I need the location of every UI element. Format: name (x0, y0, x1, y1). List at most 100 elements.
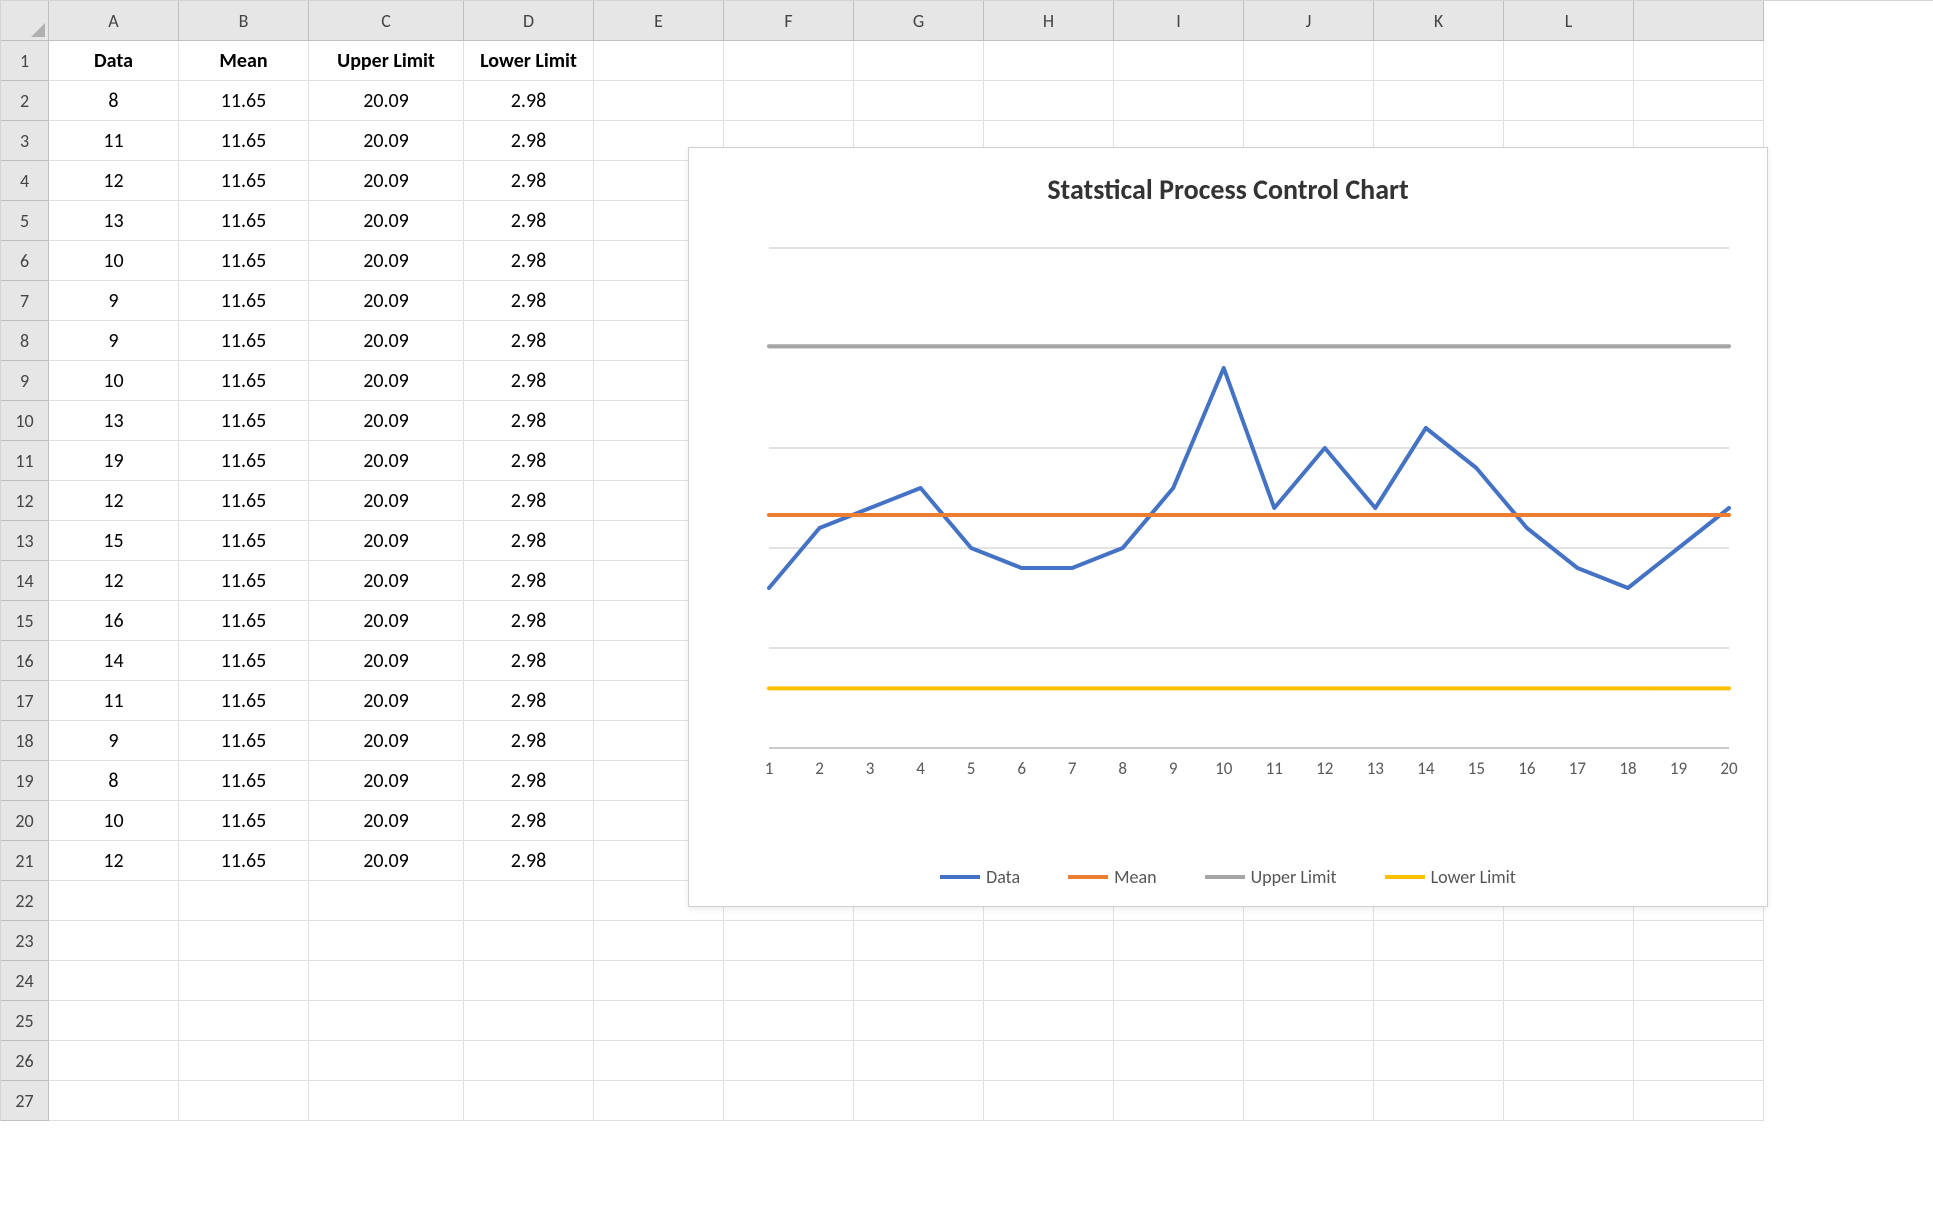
column-header-J[interactable]: J (1244, 1, 1374, 41)
cell-D16[interactable]: 2.98 (464, 641, 594, 681)
cell-I1[interactable] (1114, 41, 1244, 81)
cell-C17[interactable]: 20.09 (309, 681, 464, 721)
row-header-19[interactable]: 19 (1, 761, 49, 801)
cell-J27[interactable] (1244, 1081, 1374, 1121)
cell-B11[interactable]: 11.65 (179, 441, 309, 481)
cell-B25[interactable] (179, 1001, 309, 1041)
cell-A18[interactable]: 9 (49, 721, 179, 761)
cell-F24[interactable] (724, 961, 854, 1001)
cell-D17[interactable]: 2.98 (464, 681, 594, 721)
cell-B2[interactable]: 11.65 (179, 81, 309, 121)
cell-H23[interactable] (984, 921, 1114, 961)
cell-D5[interactable]: 2.98 (464, 201, 594, 241)
cell-B15[interactable]: 11.65 (179, 601, 309, 641)
row-header-23[interactable]: 23 (1, 921, 49, 961)
cell-H1[interactable] (984, 41, 1114, 81)
row-header-14[interactable]: 14 (1, 561, 49, 601)
cell-A4[interactable]: 12 (49, 161, 179, 201)
cell-A6[interactable]: 10 (49, 241, 179, 281)
cell-D27[interactable] (464, 1081, 594, 1121)
cell-G24[interactable] (854, 961, 984, 1001)
column-header-C[interactable]: C (309, 1, 464, 41)
cell-A3[interactable]: 11 (49, 121, 179, 161)
cell-blank[interactable] (1634, 961, 1764, 1001)
cell-I2[interactable] (1114, 81, 1244, 121)
column-header-K[interactable]: K (1374, 1, 1504, 41)
column-header-A[interactable]: A (49, 1, 179, 41)
cell-C4[interactable]: 20.09 (309, 161, 464, 201)
cell-B16[interactable]: 11.65 (179, 641, 309, 681)
cell-B1[interactable]: Mean (179, 41, 309, 81)
cell-C25[interactable] (309, 1001, 464, 1041)
cell-D11[interactable]: 2.98 (464, 441, 594, 481)
cell-K1[interactable] (1374, 41, 1504, 81)
cell-A13[interactable]: 15 (49, 521, 179, 561)
cell-K25[interactable] (1374, 1001, 1504, 1041)
cell-D13[interactable]: 2.98 (464, 521, 594, 561)
cell-C6[interactable]: 20.09 (309, 241, 464, 281)
cell-C9[interactable]: 20.09 (309, 361, 464, 401)
cell-J25[interactable] (1244, 1001, 1374, 1041)
cell-B10[interactable]: 11.65 (179, 401, 309, 441)
cell-L26[interactable] (1504, 1041, 1634, 1081)
cell-D21[interactable]: 2.98 (464, 841, 594, 881)
cell-G27[interactable] (854, 1081, 984, 1121)
cell-H25[interactable] (984, 1001, 1114, 1041)
cell-G1[interactable] (854, 41, 984, 81)
row-header-2[interactable]: 2 (1, 81, 49, 121)
cell-G26[interactable] (854, 1041, 984, 1081)
cell-E24[interactable] (594, 961, 724, 1001)
cell-C11[interactable]: 20.09 (309, 441, 464, 481)
row-header-26[interactable]: 26 (1, 1041, 49, 1081)
row-header-1[interactable]: 1 (1, 41, 49, 81)
cell-C24[interactable] (309, 961, 464, 1001)
cell-D3[interactable]: 2.98 (464, 121, 594, 161)
cell-D18[interactable]: 2.98 (464, 721, 594, 761)
cell-A27[interactable] (49, 1081, 179, 1121)
cell-I24[interactable] (1114, 961, 1244, 1001)
cell-K23[interactable] (1374, 921, 1504, 961)
cell-A14[interactable]: 12 (49, 561, 179, 601)
cell-C16[interactable]: 20.09 (309, 641, 464, 681)
cell-L25[interactable] (1504, 1001, 1634, 1041)
cell-J2[interactable] (1244, 81, 1374, 121)
cell-B14[interactable]: 11.65 (179, 561, 309, 601)
cell-A23[interactable] (49, 921, 179, 961)
cell-A19[interactable]: 8 (49, 761, 179, 801)
cell-I27[interactable] (1114, 1081, 1244, 1121)
cell-B21[interactable]: 11.65 (179, 841, 309, 881)
cell-B3[interactable]: 11.65 (179, 121, 309, 161)
cell-E25[interactable] (594, 1001, 724, 1041)
cell-B4[interactable]: 11.65 (179, 161, 309, 201)
cell-I23[interactable] (1114, 921, 1244, 961)
cell-B7[interactable]: 11.65 (179, 281, 309, 321)
row-header-21[interactable]: 21 (1, 841, 49, 881)
cell-blank[interactable] (1634, 81, 1764, 121)
cell-J1[interactable] (1244, 41, 1374, 81)
cell-D9[interactable]: 2.98 (464, 361, 594, 401)
row-header-12[interactable]: 12 (1, 481, 49, 521)
cell-A11[interactable]: 19 (49, 441, 179, 481)
cell-A2[interactable]: 8 (49, 81, 179, 121)
cell-E23[interactable] (594, 921, 724, 961)
row-header-24[interactable]: 24 (1, 961, 49, 1001)
row-header-27[interactable]: 27 (1, 1081, 49, 1121)
cell-C14[interactable]: 20.09 (309, 561, 464, 601)
row-header-11[interactable]: 11 (1, 441, 49, 481)
cell-D10[interactable]: 2.98 (464, 401, 594, 441)
column-header-G[interactable]: G (854, 1, 984, 41)
cell-B12[interactable]: 11.65 (179, 481, 309, 521)
cell-C7[interactable]: 20.09 (309, 281, 464, 321)
cell-B20[interactable]: 11.65 (179, 801, 309, 841)
cell-D19[interactable]: 2.98 (464, 761, 594, 801)
column-header-H[interactable]: H (984, 1, 1114, 41)
cell-H26[interactable] (984, 1041, 1114, 1081)
cell-C12[interactable]: 20.09 (309, 481, 464, 521)
column-header-D[interactable]: D (464, 1, 594, 41)
cell-C15[interactable]: 20.09 (309, 601, 464, 641)
cell-C20[interactable]: 20.09 (309, 801, 464, 841)
cell-B5[interactable]: 11.65 (179, 201, 309, 241)
cell-D7[interactable]: 2.98 (464, 281, 594, 321)
row-header-18[interactable]: 18 (1, 721, 49, 761)
cell-G23[interactable] (854, 921, 984, 961)
